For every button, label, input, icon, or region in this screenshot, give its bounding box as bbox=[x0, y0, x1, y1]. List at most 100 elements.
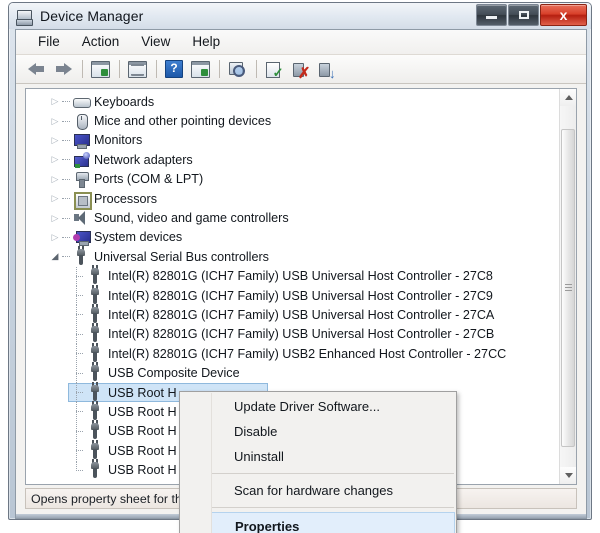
minimize-icon bbox=[486, 16, 497, 19]
device-manager-icon bbox=[16, 8, 33, 26]
tree-connector bbox=[70, 305, 84, 325]
expander-collapsed-icon[interactable]: ▷ bbox=[48, 194, 62, 203]
sound-icon bbox=[73, 210, 90, 226]
tree-connector bbox=[62, 101, 70, 103]
forward-icon bbox=[54, 62, 72, 76]
help-button[interactable]: ? bbox=[162, 58, 186, 81]
tree-item-label: Mice and other pointing devices bbox=[94, 114, 272, 129]
tree-connector bbox=[70, 402, 84, 422]
tree-item[interactable]: ▷ Mice and other pointing devices bbox=[26, 111, 559, 131]
toolbar-separator-2 bbox=[119, 60, 120, 78]
maximize-button[interactable] bbox=[508, 4, 539, 26]
tree-item-label: Keyboards bbox=[94, 94, 155, 109]
tree-item[interactable]: Intel(R) 82801G (ICH7 Family) USB Univer… bbox=[26, 303, 559, 325]
network-adapter-icon bbox=[73, 151, 90, 168]
context-menu-item-update-driver-software[interactable]: Update Driver Software... bbox=[180, 394, 456, 419]
tree-connector bbox=[70, 421, 84, 441]
menu-action[interactable]: Action bbox=[72, 32, 130, 52]
tree-connector bbox=[62, 217, 70, 219]
toolbar-separator-5 bbox=[256, 60, 257, 78]
menu-view[interactable]: View bbox=[131, 32, 180, 52]
tree-item-label: Processors bbox=[94, 191, 157, 206]
close-button[interactable]: x bbox=[540, 4, 587, 26]
tree-item[interactable]: USB Composite Device bbox=[26, 362, 559, 383]
back-button[interactable] bbox=[25, 58, 49, 81]
update-driver-button[interactable]: ✓ bbox=[262, 58, 286, 81]
expander-collapsed-icon[interactable]: ▷ bbox=[48, 174, 62, 184]
expander-expanded-icon[interactable]: ◢ bbox=[48, 252, 62, 261]
usb-icon bbox=[87, 459, 104, 479]
scroll-grip-icon bbox=[565, 284, 572, 292]
tree-item-label: USB Root H bbox=[108, 443, 177, 458]
forward-button[interactable] bbox=[51, 58, 75, 81]
usb-icon bbox=[87, 303, 104, 323]
context-menu[interactable]: Update Driver Software... Disable Uninstal… bbox=[179, 391, 457, 533]
disable-device-icon: ✗ bbox=[292, 62, 311, 81]
scroll-up-button[interactable] bbox=[560, 89, 576, 106]
tree-item[interactable]: ▷ Processors bbox=[26, 189, 559, 210]
context-menu-separator bbox=[182, 473, 454, 474]
usb-icon bbox=[87, 381, 104, 401]
tree-item[interactable]: ▷ System devices bbox=[26, 228, 559, 247]
context-menu-separator bbox=[182, 507, 454, 508]
scroll-thumb[interactable] bbox=[561, 129, 575, 447]
tree-item-label: Intel(R) 82801G (ICH7 Family) USB Univer… bbox=[108, 269, 493, 284]
context-menu-item-properties[interactable]: Properties bbox=[181, 512, 455, 533]
view-panel-button[interactable] bbox=[188, 58, 212, 81]
view-panel-icon bbox=[190, 60, 210, 78]
expander-collapsed-icon[interactable]: ▷ bbox=[48, 232, 62, 242]
tree-item-label: Monitors bbox=[94, 133, 143, 148]
expander-collapsed-icon[interactable]: ▷ bbox=[48, 97, 62, 106]
tree-connector bbox=[70, 344, 84, 364]
expander-collapsed-icon[interactable]: ▷ bbox=[48, 155, 62, 164]
tree-item[interactable]: Intel(R) 82801G (ICH7 Family) USB Univer… bbox=[26, 284, 559, 306]
tree-item[interactable]: ▷ Ports (COM & LPT) bbox=[26, 170, 559, 189]
title-bar[interactable]: Device Manager x bbox=[9, 3, 591, 29]
menu-file[interactable]: File bbox=[28, 32, 70, 52]
properties-button[interactable] bbox=[125, 58, 149, 81]
tree-item-label: Sound, video and game controllers bbox=[94, 211, 289, 226]
tree-connector bbox=[62, 159, 70, 161]
context-menu-item-uninstall[interactable]: Uninstall bbox=[180, 444, 456, 469]
monitor-icon bbox=[73, 132, 90, 150]
usb-icon bbox=[73, 245, 90, 265]
tree-item-label: Intel(R) 82801G (ICH7 Family) USB Univer… bbox=[108, 288, 493, 303]
usb-icon bbox=[87, 400, 104, 420]
context-menu-item-disable[interactable]: Disable bbox=[180, 419, 456, 444]
tree-item[interactable]: ▷ Keyboards bbox=[26, 92, 559, 111]
tree-connector bbox=[70, 441, 84, 461]
tree-item[interactable]: Intel(R) 82801G (ICH7 Family) USB Univer… bbox=[26, 323, 559, 344]
mouse-icon bbox=[73, 113, 90, 131]
tree-connector bbox=[62, 236, 70, 238]
show-hidden-devices-icon bbox=[90, 60, 110, 78]
tree-item-label: Ports (COM & LPT) bbox=[94, 172, 204, 187]
menu-help[interactable]: Help bbox=[182, 32, 230, 52]
usb-icon bbox=[87, 265, 104, 285]
usb-icon bbox=[87, 420, 104, 440]
tree-item[interactable]: Intel(R) 82801G (ICH7 Family) USB Univer… bbox=[26, 265, 559, 286]
minimize-button[interactable] bbox=[476, 4, 507, 26]
tree-item[interactable]: ▷ Monitors bbox=[26, 131, 559, 150]
show-hidden-devices-button[interactable] bbox=[88, 58, 112, 81]
system-device-icon bbox=[73, 229, 91, 247]
scan-for-hardware-changes-button[interactable] bbox=[225, 58, 249, 81]
expander-collapsed-icon[interactable]: ▷ bbox=[48, 116, 62, 126]
tree-connector bbox=[70, 460, 84, 480]
tree-item-label: Network adapters bbox=[94, 152, 193, 167]
tree-connector bbox=[70, 266, 84, 286]
tree-connector bbox=[70, 324, 84, 344]
tree-item[interactable]: ▷ Sound, video and game controllers bbox=[26, 208, 559, 227]
context-menu-item-scan-for-hardware-changes[interactable]: Scan for hardware changes bbox=[180, 478, 456, 503]
tree-vertical-scrollbar[interactable] bbox=[559, 89, 576, 484]
usb-icon bbox=[87, 342, 104, 362]
scroll-down-button[interactable] bbox=[560, 467, 576, 484]
disable-device-button[interactable]: ✗ bbox=[288, 58, 312, 81]
tree-item[interactable]: ▷ Network adapters bbox=[26, 150, 559, 169]
tree-connector bbox=[62, 139, 70, 141]
tree-item[interactable]: Intel(R) 82801G (ICH7 Family) USB2 Enhan… bbox=[26, 342, 559, 364]
expander-collapsed-icon[interactable]: ▷ bbox=[48, 135, 62, 145]
expander-collapsed-icon[interactable]: ▷ bbox=[48, 213, 62, 223]
status-text: Opens property sheet for th bbox=[31, 491, 182, 506]
tree-item[interactable]: ◢ Universal Serial Bus controllers bbox=[26, 245, 559, 266]
enable-device-button[interactable]: ↓ bbox=[314, 58, 338, 81]
